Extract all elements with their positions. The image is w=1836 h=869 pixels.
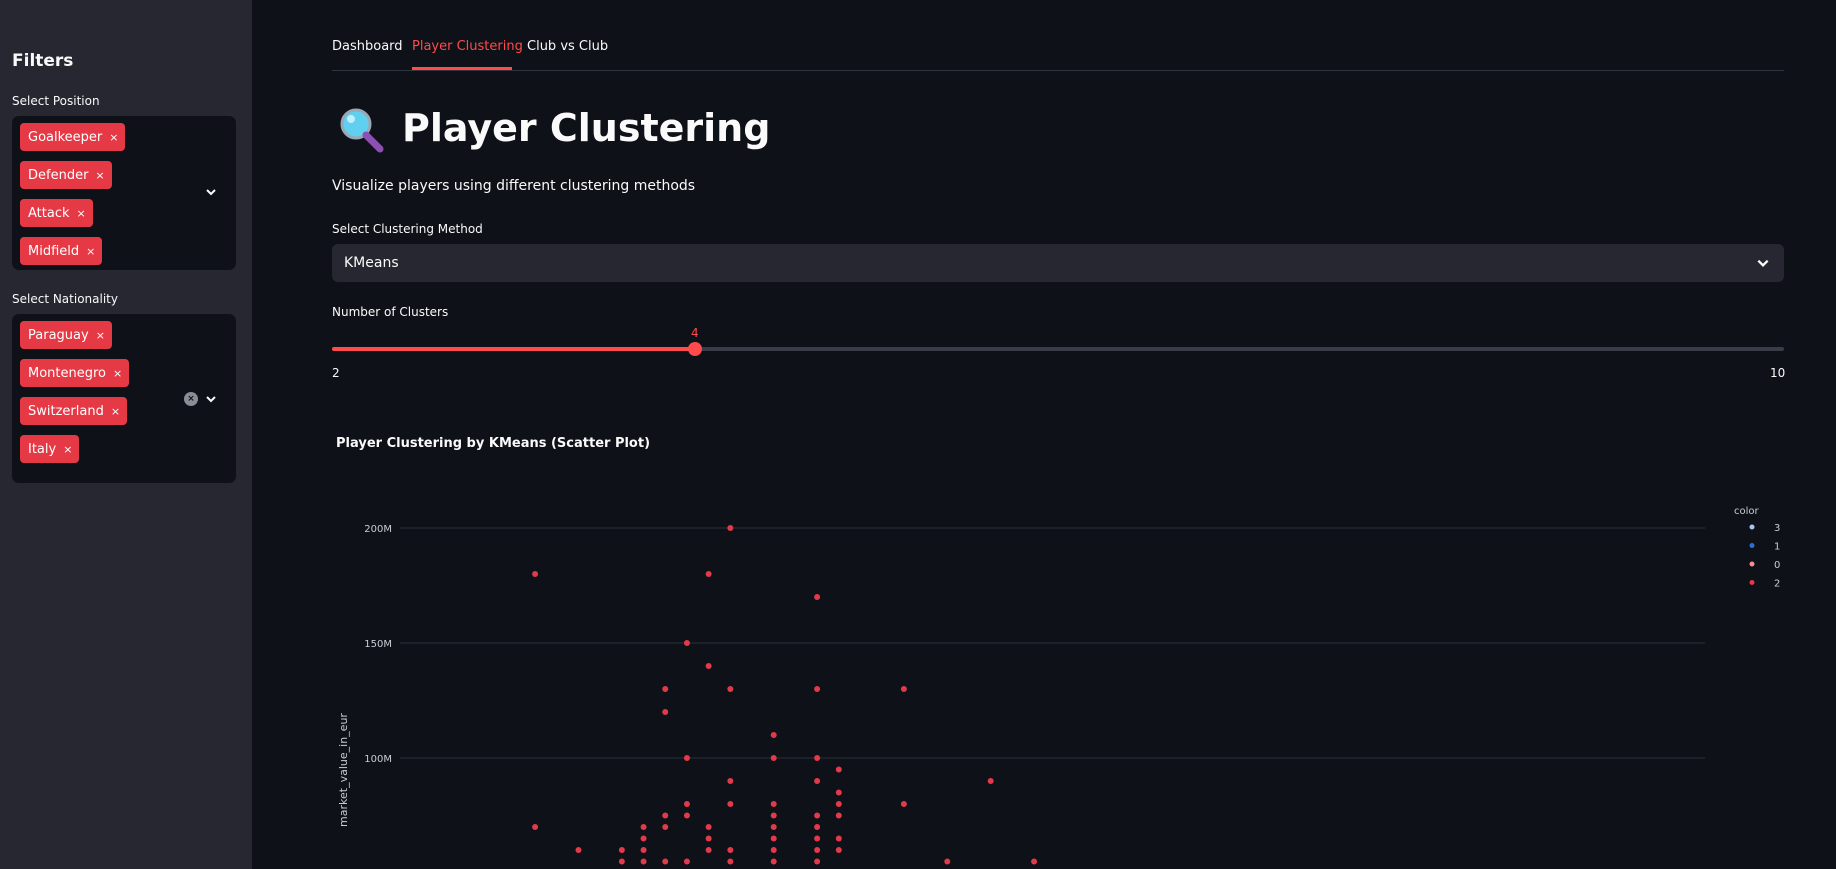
data-point[interactable] <box>900 801 907 807</box>
data-point[interactable] <box>814 778 821 784</box>
data-point[interactable] <box>900 686 907 692</box>
legend-label[interactable]: 0 <box>1774 560 1780 571</box>
data-point[interactable] <box>727 858 734 865</box>
data-point[interactable] <box>770 801 777 807</box>
data-point[interactable] <box>683 801 690 807</box>
data-point[interactable] <box>770 824 777 830</box>
data-point[interactable] <box>662 858 669 865</box>
data-point[interactable] <box>727 778 734 784</box>
data-point[interactable] <box>987 778 994 784</box>
data-point[interactable] <box>814 847 821 853</box>
data-point[interactable] <box>770 755 777 761</box>
legend-label[interactable]: 3 <box>1774 523 1780 534</box>
data-point[interactable] <box>814 686 821 692</box>
y-axis-label: market_value_in_eur <box>337 713 350 827</box>
data-point[interactable] <box>662 824 669 830</box>
legend-title: color <box>1734 506 1760 517</box>
data-point[interactable] <box>835 801 842 807</box>
y-tick-label: 150M <box>364 639 392 650</box>
data-point[interactable] <box>770 847 777 853</box>
data-point[interactable] <box>814 858 821 865</box>
data-point[interactable] <box>1031 858 1038 865</box>
data-point[interactable] <box>662 686 669 692</box>
data-point[interactable] <box>705 824 712 830</box>
scatter-chart: 200M 150M 100M market_value_in_eur color 3 1 0 2 <box>337 506 1780 865</box>
data-point[interactable] <box>683 812 690 819</box>
data-point[interactable] <box>618 847 625 853</box>
data-point[interactable] <box>814 812 821 819</box>
data-point[interactable] <box>683 858 690 865</box>
data-point[interactable] <box>835 847 842 853</box>
data-point[interactable] <box>727 847 734 853</box>
data-point[interactable] <box>683 755 690 761</box>
data-point[interactable] <box>575 847 582 853</box>
data-point[interactable] <box>618 858 625 865</box>
data-point[interactable] <box>835 789 842 796</box>
data-point[interactable] <box>814 824 821 830</box>
y-tick-label: 200M <box>364 524 392 535</box>
streamlit-app: Filters Select Position Goalkeeper × Defen… <box>0 0 1836 869</box>
legend-label[interactable]: 2 <box>1774 579 1780 590</box>
legend-marker <box>1749 524 1755 530</box>
data-point[interactable] <box>814 835 821 842</box>
data-point[interactable] <box>705 571 712 577</box>
data-point[interactable] <box>640 835 647 842</box>
data-point[interactable] <box>640 858 647 865</box>
y-tick-label: 100M <box>364 754 392 765</box>
data-point[interactable] <box>705 663 712 669</box>
data-point[interactable] <box>770 812 777 819</box>
data-point[interactable] <box>727 525 734 531</box>
data-point[interactable] <box>532 824 539 830</box>
data-point[interactable] <box>835 812 842 819</box>
data-point[interactable] <box>835 766 842 773</box>
legend-marker <box>1749 580 1755 585</box>
data-point[interactable] <box>814 755 821 761</box>
data-point[interactable] <box>640 847 647 853</box>
legend-marker <box>1749 543 1755 548</box>
data-point[interactable] <box>705 847 712 853</box>
data-point[interactable] <box>662 812 669 819</box>
legend-label[interactable]: 1 <box>1774 542 1780 553</box>
data-point[interactable] <box>814 594 821 600</box>
data-point[interactable] <box>727 686 734 692</box>
data-point[interactable] <box>770 835 777 842</box>
data-point[interactable] <box>944 858 951 865</box>
data-point[interactable] <box>640 824 647 830</box>
data-point[interactable] <box>662 709 669 715</box>
data-point[interactable] <box>835 835 842 842</box>
data-point[interactable] <box>770 732 777 738</box>
data-point[interactable] <box>705 835 712 842</box>
legend-marker <box>1749 561 1755 567</box>
data-point[interactable] <box>532 571 539 577</box>
data-point[interactable] <box>770 858 777 865</box>
data-point[interactable] <box>683 640 690 646</box>
data-point[interactable] <box>727 801 734 807</box>
